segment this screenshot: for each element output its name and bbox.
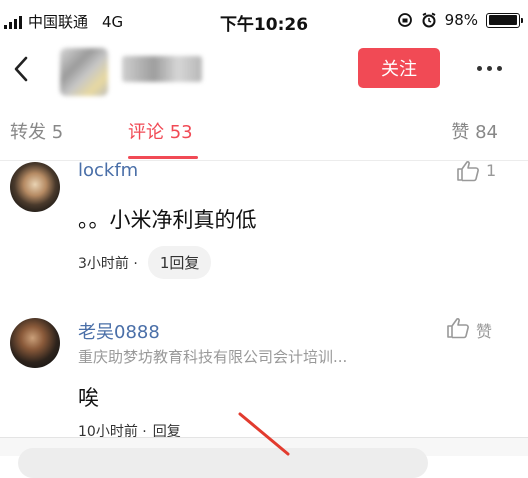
comment-text: 唉 [78, 386, 99, 410]
tab-comments[interactable]: 评论 53 [128, 118, 193, 144]
battery-percent: 98% [444, 11, 478, 29]
rotation-lock-icon [397, 13, 412, 27]
comment-username[interactable]: lockfm [78, 160, 138, 181]
alarm-icon [422, 12, 436, 28]
tabs: 转发 5 评论 53 赞 84 [0, 102, 528, 161]
avatar[interactable] [10, 162, 60, 212]
tab-repost[interactable]: 转发 5 [10, 118, 63, 144]
like-icon[interactable] [446, 317, 470, 339]
comment-item: lockfm 1 。。小米净利真的低 3小时前 · 1回复 [0, 160, 528, 280]
more-icon[interactable] [477, 66, 502, 71]
avatar[interactable] [10, 318, 60, 368]
battery-fill [488, 15, 517, 25]
like-count: 1 [486, 161, 497, 180]
comment-time: 3小时前 · [78, 255, 138, 272]
comment-text: 。。小米净利真的低 [78, 208, 257, 232]
comment-meta: 3小时前 · 1回复 [78, 246, 212, 279]
battery-icon [486, 12, 523, 28]
like-icon[interactable] [456, 160, 480, 182]
comment-input[interactable] [18, 448, 428, 478]
nav-bar: 关注 [0, 40, 528, 98]
status-bar-right: 98% [397, 11, 523, 29]
status-bar: 中国联通 4G 下午10:26 98% [0, 0, 528, 40]
comment-username[interactable]: 老吴0888 [78, 318, 160, 344]
blurred-avatar[interactable] [60, 48, 108, 96]
reply-button[interactable]: 1回复 [147, 246, 212, 279]
back-icon[interactable] [8, 52, 36, 86]
annotation-arrow [238, 412, 290, 456]
blurred-username[interactable] [122, 56, 202, 82]
like-label[interactable]: 赞 [476, 318, 492, 342]
follow-button[interactable]: 关注 [358, 48, 440, 88]
active-tab-indicator [128, 156, 198, 159]
comment-user-subtitle: 重庆助梦坊教育科技有限公司会计培训... [78, 348, 348, 366]
tab-likes[interactable]: 赞 84 [451, 118, 498, 144]
